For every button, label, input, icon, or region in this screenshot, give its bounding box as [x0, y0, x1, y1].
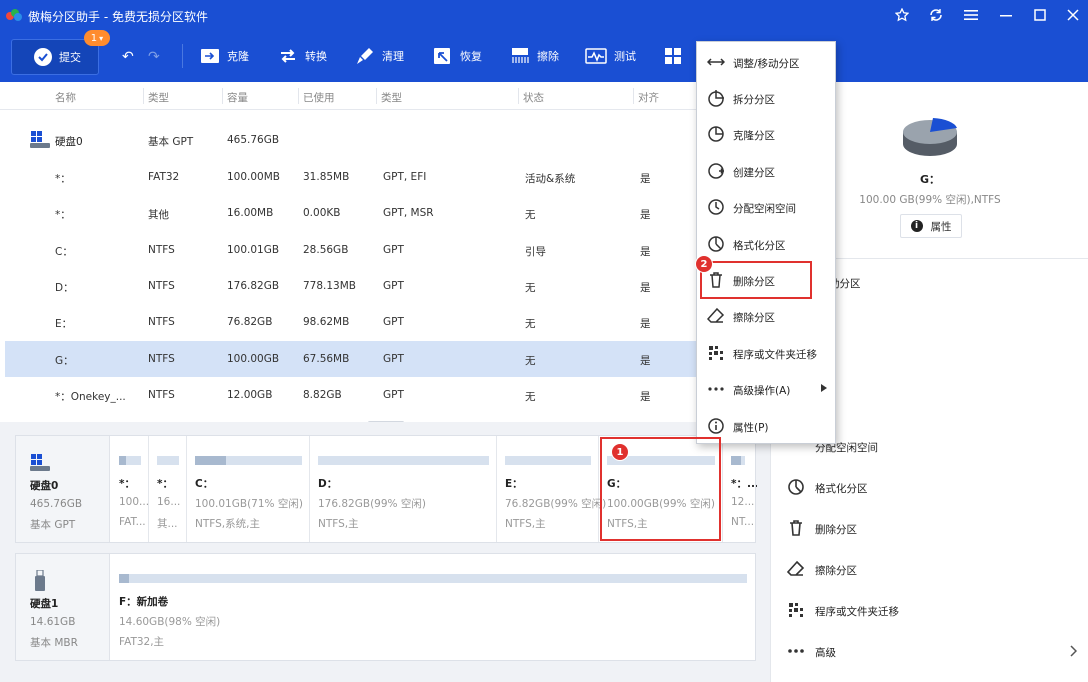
resize-arrows-icon — [707, 58, 725, 66]
context-menu: 调整/移动分区 拆分分区 克隆分区 创建分区 分配空闲空间 格式化分区 删除分区… — [696, 41, 836, 444]
eraser-icon — [707, 307, 725, 323]
col-align[interactable]: 对齐 — [638, 90, 659, 105]
menu-item-create[interactable]: 创建分区 — [697, 156, 835, 186]
menu-item-clone[interactable]: 克隆分区 — [697, 119, 835, 149]
minimize-icon[interactable] — [997, 6, 1015, 24]
table-row[interactable]: C： NTFS 100.01GB 28.56GB GPT 引导是 — [5, 232, 770, 268]
disk-icon — [30, 131, 50, 148]
convert-button[interactable]: 转换 — [278, 46, 327, 66]
migrate-icon — [789, 603, 803, 617]
col-fs[interactable]: 类型 — [148, 90, 169, 105]
info-icon — [708, 418, 724, 434]
convert-icon — [281, 49, 295, 63]
table-row[interactable]: D： NTFS 176.82GB 778.13MB GPT 无是 — [5, 268, 770, 304]
clone-button[interactable]: 克隆 — [200, 46, 249, 66]
info-icon: i — [910, 220, 923, 232]
op-migrate[interactable]: 程序或文件夹迁移 — [771, 598, 1088, 622]
table-row-selected[interactable]: G： NTFS 100.00GB 67.56MB GPT 无是 — [5, 341, 770, 377]
check-icon — [34, 48, 52, 66]
highlight-box-delete — [700, 261, 812, 299]
clean-button[interactable]: 清理 — [355, 46, 404, 66]
op-format[interactable]: 格式化分区 — [771, 475, 1088, 499]
title-bar: 傲梅分区助手 - 免费无损分区软件 — [0, 0, 1088, 30]
partition-cell[interactable]: *： 100... FAT... — [111, 436, 149, 542]
menu-item-migrate[interactable]: 程序或文件夹迁移 — [697, 338, 835, 368]
wipe-button[interactable]: 擦除 — [510, 46, 559, 66]
eraser-icon — [787, 560, 805, 576]
recover-icon — [434, 48, 450, 64]
table-row[interactable]: *： 其他 16.00MB 0.00KB GPT, MSR 无是 — [5, 195, 770, 231]
clone-partition-icon — [708, 126, 724, 142]
clean-icon — [357, 48, 373, 64]
partition-table: 名称 类型 容量 已使用 类型 状态 对齐 硬盘0 基本 GPT 465.76G… — [0, 82, 770, 424]
properties-button[interactable]: i 属性 — [900, 214, 962, 238]
step-marker-2: 2 — [695, 255, 713, 273]
menu-item-allocate[interactable]: 分配空闲空间 — [697, 192, 835, 222]
menu-item-wipe[interactable]: 擦除分区 — [697, 301, 835, 331]
col-name[interactable]: 名称 — [55, 90, 76, 105]
disk1-card[interactable]: 硬盘1 14.61GB 基本 MBR F：新加卷 14.60GB(98% 空闲) F… — [15, 553, 756, 661]
table-row[interactable]: *：Onekey_... NTFS 12.00GB 8.82GB GPT 无是 — [5, 377, 770, 413]
table-header: 名称 类型 容量 已使用 类型 状态 对齐 — [0, 82, 770, 110]
submenu-arrow-icon — [821, 384, 827, 392]
menu-icon[interactable] — [962, 6, 980, 24]
disk0-summary: 硬盘0 465.76GB 基本 GPT — [16, 436, 110, 542]
step-marker-1: 1 — [611, 443, 629, 461]
trash-icon — [790, 520, 802, 536]
grid-icon — [665, 48, 681, 64]
op-delete[interactable]: 删除分区 — [771, 516, 1088, 540]
menu-item-split[interactable]: 拆分分区 — [697, 83, 835, 113]
more-dots-icon — [788, 649, 804, 653]
table-row[interactable]: E： NTFS 76.82GB 98.62MB GPT 无是 — [5, 304, 770, 340]
chevron-right-icon — [1070, 645, 1077, 657]
format-icon — [708, 236, 724, 252]
toolbar-divider — [182, 44, 183, 68]
format-icon — [788, 479, 804, 495]
recover-button[interactable]: 恢复 — [433, 46, 482, 66]
disk-row[interactable]: 硬盘0 基本 GPT 465.76GB — [5, 122, 770, 158]
disk-icon — [30, 454, 50, 471]
col-capacity[interactable]: 容量 — [227, 90, 248, 105]
partition-cell[interactable]: D： 176.82GB(99% 空闲) NTFS,主 — [310, 436, 497, 542]
pending-count-badge: 1 ▾ — [84, 30, 110, 46]
usb-drive-icon — [35, 570, 45, 591]
allocate-icon — [708, 199, 724, 215]
partition-pie-chart — [903, 118, 957, 156]
split-icon — [708, 90, 724, 107]
partition-cell[interactable]: C： 100.01GB(71% 空闲) NTFS,系统,主 — [187, 436, 310, 542]
close-icon[interactable] — [1064, 6, 1082, 24]
create-partition-icon — [708, 163, 724, 179]
col-used[interactable]: 已使用 — [303, 90, 335, 105]
refresh-icon[interactable] — [927, 6, 945, 24]
menu-item-format[interactable]: 格式化分区 — [697, 229, 835, 259]
undo-icon[interactable]: ↶ — [122, 49, 134, 65]
disk1-summary: 硬盘1 14.61GB 基本 MBR — [16, 554, 110, 660]
partition-cell[interactable]: E： 76.82GB(99% 空闲) NTFS,主 — [497, 436, 606, 542]
menu-item-advanced[interactable]: 高级操作(A) — [697, 374, 835, 404]
submit-label: 提交 — [59, 51, 81, 64]
test-icon — [585, 48, 607, 64]
toolbar: 提交 1 ▾ ↶ ↷ 克隆 转换 清理 恢复 擦除 测试 — [0, 30, 1088, 82]
partition-cell[interactable]: *：... 12... NT... — [723, 436, 757, 542]
migrate-icon — [709, 346, 723, 360]
clone-icon — [201, 49, 219, 63]
star-icon[interactable] — [893, 6, 911, 24]
maximize-icon[interactable] — [1031, 6, 1049, 24]
window-title: 傲梅分区助手 - 免费无损分区软件 — [28, 10, 208, 24]
menu-item-resize-move[interactable]: 调整/移动分区 — [697, 47, 835, 77]
app-logo-icon — [6, 9, 22, 21]
more-dots-icon — [708, 387, 724, 391]
table-row[interactable]: *： FAT32 100.00MB 31.85MB GPT, EFI 活动&系统是 — [5, 159, 770, 195]
col-status[interactable]: 状态 — [523, 90, 544, 105]
wipe-icon — [512, 48, 529, 63]
partition-cell[interactable]: F：新加卷 14.60GB(98% 空闲) FAT32,主 — [111, 554, 755, 660]
test-button[interactable]: 测试 — [585, 46, 636, 66]
op-advanced[interactable]: 高级 — [771, 639, 1088, 663]
redo-icon[interactable]: ↷ — [148, 49, 160, 65]
more-tools-button[interactable] — [664, 46, 691, 66]
partition-cell[interactable]: *： 16... 其... — [149, 436, 187, 542]
submit-button[interactable]: 提交 — [11, 39, 99, 75]
op-wipe[interactable]: 擦除分区 — [771, 557, 1088, 581]
col-type[interactable]: 类型 — [381, 90, 402, 105]
